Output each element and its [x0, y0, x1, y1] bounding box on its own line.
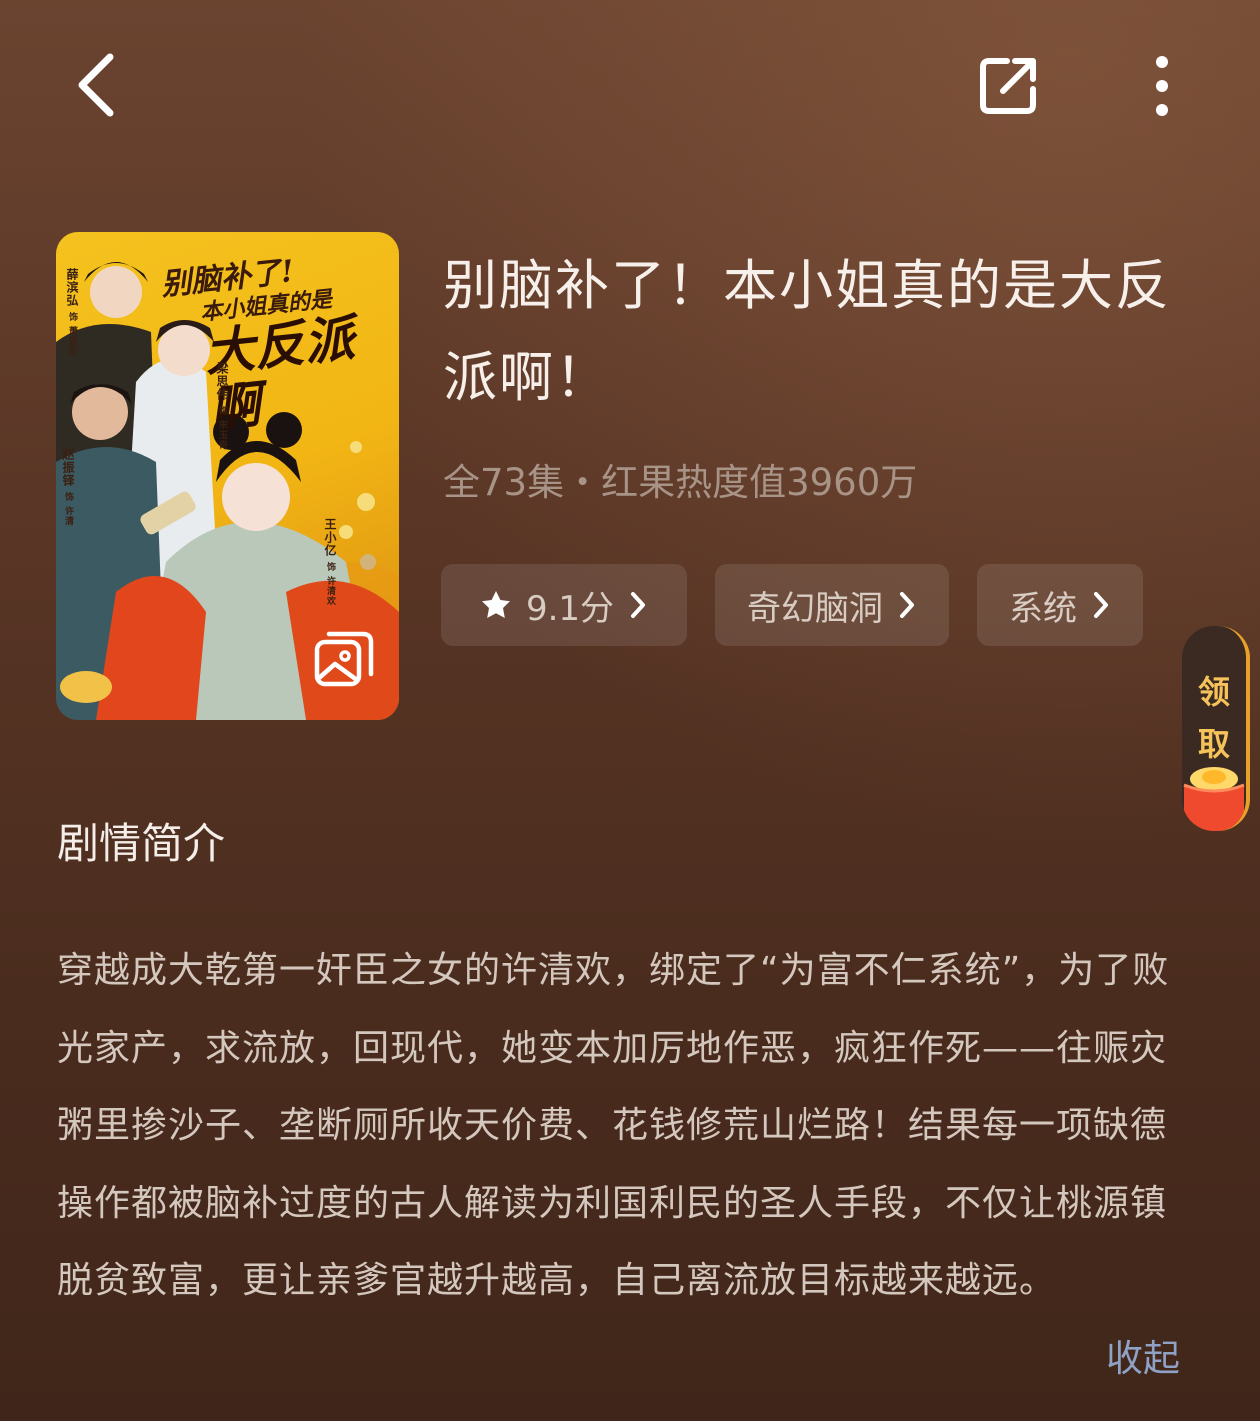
collapse-button[interactable]: 收起 [1106, 1328, 1180, 1382]
genre-label: 奇幻脑洞 [747, 588, 883, 629]
more-vertical-icon [1156, 56, 1168, 116]
cast-credit: 薛滨弘 饰 萧景珩 [65, 268, 79, 357]
gallery-icon[interactable] [313, 628, 375, 690]
chevron-right-icon [628, 590, 648, 620]
cast-credit: 王小亿 饰 许清欢 [323, 518, 337, 607]
cast-credit: 梁思伟 饰 宋玉奇 [215, 362, 229, 451]
more-button[interactable] [1134, 48, 1190, 124]
system-label: 系统 [1009, 588, 1077, 629]
poster-title: 别脑补了! 本小姐真的是 大反派啊 [159, 254, 357, 439]
share-button[interactable] [966, 50, 1050, 122]
system-chip[interactable]: 系统 [977, 564, 1143, 646]
rating-label: 9.1分 [525, 588, 615, 629]
back-button[interactable] [60, 45, 132, 125]
chevron-right-icon [897, 590, 917, 620]
share-icon [980, 58, 1036, 114]
drama-title: 别脑补了！本小姐真的是大反派啊！ [443, 254, 1171, 409]
claim-label: 领 取 [1197, 673, 1230, 763]
treasure-pot-icon [1183, 767, 1245, 831]
synopsis-heading: 剧情简介 [57, 819, 226, 868]
star-icon [480, 589, 512, 621]
drama-meta: 全73集・红果热度值3960万 [443, 461, 918, 504]
drama-poster[interactable]: 别脑补了! 本小姐真的是 大反派啊 薛滨弘 饰 萧景珩 梁思伟 饰 宋玉奇 赵振… [56, 232, 399, 720]
rating-chip[interactable]: 9.1分 [441, 564, 687, 646]
genre-chip[interactable]: 奇幻脑洞 [715, 564, 949, 646]
chevron-left-icon [78, 53, 114, 117]
tag-chips: 9.1分 奇幻脑洞 系统 [441, 564, 1143, 646]
chevron-right-icon [1091, 590, 1111, 620]
synopsis-text: 穿越成大乾第一奸臣之女的许清欢，绑定了“为富不仁系统”，为了败光家产，求流放，回… [57, 950, 1170, 1301]
claim-reward-button[interactable]: 领 取 [1182, 626, 1250, 831]
cast-credit: 赵振铎 饰 许清 [61, 448, 75, 527]
